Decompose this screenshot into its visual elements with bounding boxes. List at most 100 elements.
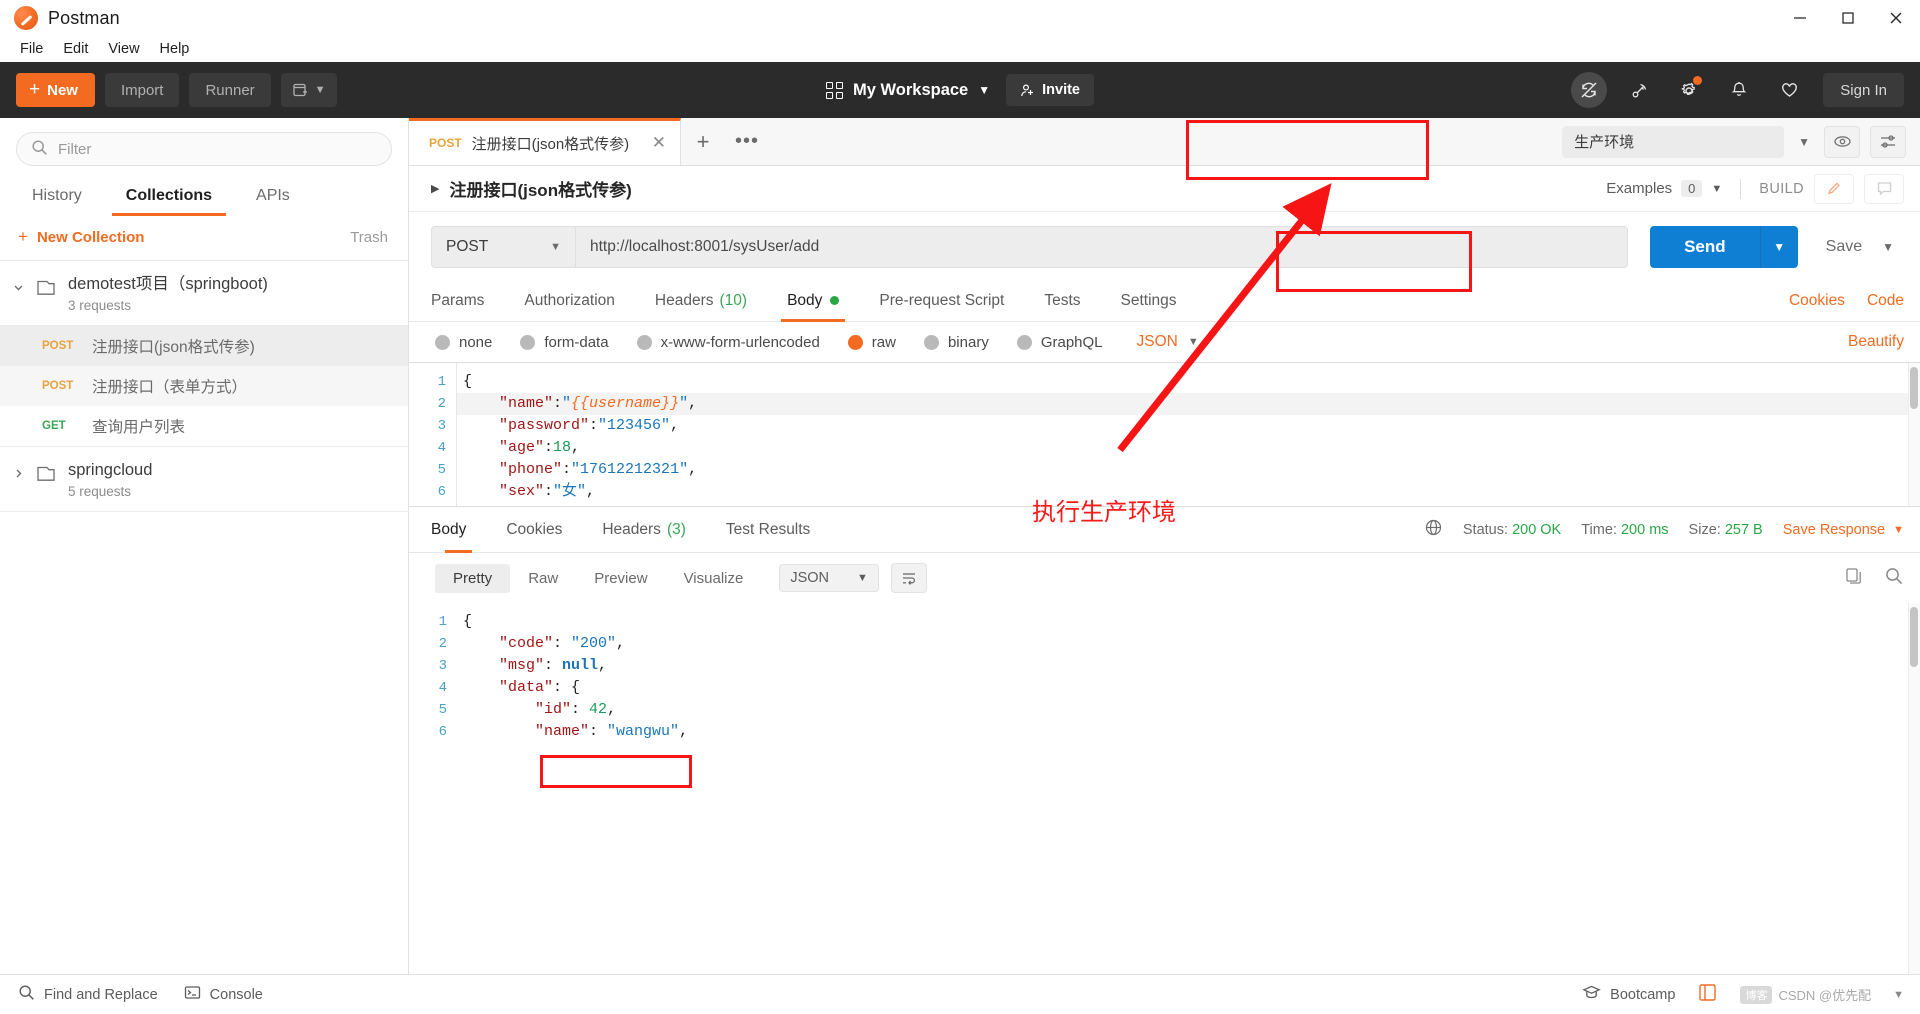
url-input[interactable]: http://localhost:8001/sysUser/add [575,226,1629,268]
collection-springcloud[interactable]: springcloud 5 requests [0,447,408,512]
body-type-form-data[interactable]: form-data [520,334,609,351]
tab-settings[interactable]: Settings [1101,280,1197,322]
bell-icon[interactable] [1721,72,1757,108]
request-body-editor[interactable]: 1 2 3 4 5 6 { "name":"{{username}}", "passwor… [409,362,1920,507]
view-mode-raw[interactable]: Raw [510,564,576,593]
resp-tab-headers[interactable]: Headers (3) [582,507,706,553]
bootcamp-button[interactable]: Bootcamp [1582,983,1675,1006]
body-type-urlencoded[interactable]: x-www-form-urlencoded [636,334,820,351]
chevron-right-icon[interactable]: ▶ [431,182,439,195]
import-button[interactable]: Import [104,73,180,107]
search-input[interactable]: Filter [16,132,392,166]
beautify-button[interactable]: Beautify [1848,333,1904,351]
send-button[interactable]: Send [1650,226,1760,268]
chevron-right-icon[interactable] [10,459,26,485]
menubar: File Edit View Help [0,36,1920,62]
workspace-switcher[interactable]: My Workspace ▼ [825,81,990,100]
word-wrap-icon[interactable] [890,563,927,593]
heart-icon[interactable] [1771,72,1807,108]
response-format-dropdown[interactable]: JSON ▼ [779,564,879,592]
view-mode-pretty[interactable]: Pretty [435,563,511,593]
time-label: Time: [1581,521,1617,538]
minimize-icon[interactable] [1776,0,1824,36]
response-code[interactable]: { "code": "200", "msg": null, "data": { … [457,603,1920,974]
search-icon[interactable] [1884,566,1904,591]
resp-tab-cookies[interactable]: Cookies [486,507,582,553]
gear-icon[interactable] [1671,72,1707,108]
sync-off-icon[interactable] [1571,72,1608,108]
tab-collections[interactable]: Collections [104,178,234,216]
chevron-down-icon[interactable]: ▼ [1759,226,1798,268]
request-scrollbar[interactable] [1908,363,1920,506]
ellipsis-icon[interactable]: ••• [725,118,769,165]
save-button[interactable]: Save [1810,226,1878,268]
request-item-register-form[interactable]: POST 注册接口（表单方式） [0,366,408,406]
tab-headers[interactable]: Headers (10) [635,280,767,322]
menu-view[interactable]: View [98,37,149,61]
radio-label: none [459,333,493,351]
chevron-down-icon[interactable] [10,273,26,299]
tab-tests[interactable]: Tests [1024,280,1100,322]
sign-in-button[interactable]: Sign In [1823,73,1904,107]
build-label[interactable]: BUILD [1759,181,1804,197]
resp-tab-test-results[interactable]: Test Results [706,507,830,553]
environment-selector[interactable]: 生产环境 [1562,125,1785,158]
maximize-icon[interactable] [1824,0,1872,36]
method-dropdown[interactable]: POST ▼ [431,226,575,268]
code-line: "msg": null, [463,657,608,674]
request-item-register-json[interactable]: POST 注册接口(json格式传参) [0,326,408,366]
chevron-down-icon[interactable]: ▼ [1794,135,1814,149]
body-type-binary[interactable]: binary [923,334,989,351]
comment-icon[interactable] [1864,173,1904,204]
tab-params[interactable]: Params [431,280,504,322]
copy-icon[interactable] [1844,566,1864,591]
chevron-down-icon: ▼ [857,572,868,584]
response-body-editor[interactable]: 1 2 3 4 5 6 { "code": "200", "msg": null, "da… [409,603,1920,974]
invite-button[interactable]: Invite [1006,74,1094,106]
view-mode-visualize[interactable]: Visualize [666,564,762,593]
body-type-none[interactable]: none [435,334,492,351]
tab-authorization[interactable]: Authorization [504,280,634,322]
close-icon[interactable]: ✕ [640,133,666,153]
resp-tab-body[interactable]: Body [431,507,486,553]
tab-count: (10) [719,291,748,309]
plus-icon[interactable]: + [681,118,725,165]
raw-format-dropdown[interactable]: JSON ▼ [1137,333,1199,351]
chevron-down-icon[interactable]: ▼ [1878,240,1904,254]
trash-button[interactable]: Trash [350,229,388,246]
close-icon[interactable] [1872,0,1920,36]
runner-button[interactable]: Runner [189,73,271,107]
pencil-icon[interactable] [1814,173,1854,204]
examples-dropdown[interactable]: Examples 0 ▼ [1606,180,1722,197]
new-collection-button[interactable]: + New Collection [18,227,144,247]
view-mode-preview[interactable]: Preview [576,564,665,593]
code-link[interactable]: Code [1867,292,1904,310]
menu-help[interactable]: Help [150,37,200,61]
tab-body[interactable]: Body [767,280,859,322]
save-response-button[interactable]: Save Response ▼ [1783,522,1904,538]
menu-edit[interactable]: Edit [53,37,98,61]
line-number: 4 [438,680,447,696]
cookies-link[interactable]: Cookies [1789,292,1845,310]
collection-name: demotest项目（springboot) [68,275,268,293]
runner-icon[interactable] [1697,982,1718,1008]
request-code[interactable]: { "name":"{{username}}", "password":"123… [457,363,1920,506]
satellite-icon[interactable] [1621,72,1657,108]
tab-pre-request-script[interactable]: Pre-request Script [859,280,1024,322]
open-request-tab[interactable]: POST 注册接口(json格式传参) ✕ [409,118,681,165]
eye-icon[interactable] [1824,125,1860,158]
request-item-query-users[interactable]: GET 查询用户列表 [0,406,408,447]
menu-file[interactable]: File [10,37,53,61]
collection-demotest[interactable]: demotest项目（springboot) 3 requests [0,261,408,326]
sliders-icon[interactable] [1870,125,1906,158]
tab-apis[interactable]: APIs [234,178,312,216]
body-type-raw[interactable]: raw [847,334,896,351]
chevron-down-icon[interactable]: ▼ [1893,989,1904,1001]
find-and-replace-button[interactable]: Find and Replace [18,984,158,1005]
console-button[interactable]: Console [184,984,263,1005]
response-scrollbar[interactable] [1908,603,1920,974]
body-type-graphql[interactable]: GraphQL [1016,334,1103,351]
new-button[interactable]: + New [16,73,95,107]
tab-history[interactable]: History [10,178,104,216]
new-window-icon[interactable]: ▼ [280,73,337,107]
